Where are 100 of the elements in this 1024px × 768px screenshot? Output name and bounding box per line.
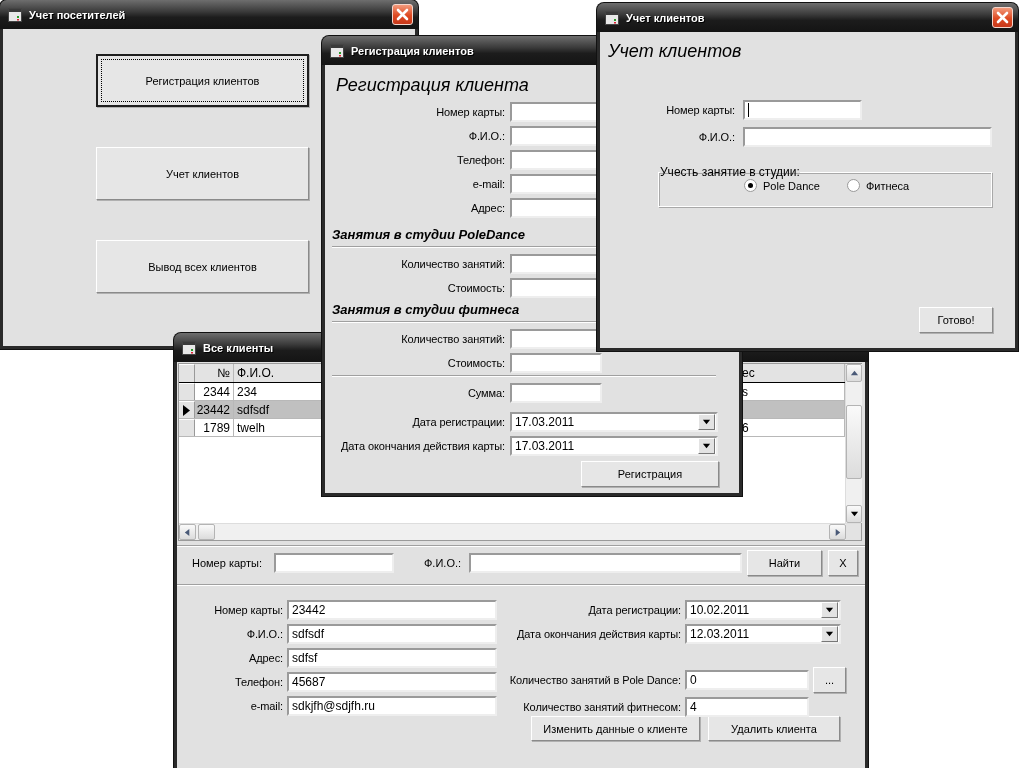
text-field[interactable]: 0	[685, 670, 809, 690]
field-label: Количество занятий фитнесом:	[522, 701, 682, 713]
column-header[interactable]: №	[195, 364, 234, 382]
field-label: Дата окончания действия карты:	[340, 440, 506, 452]
group-label: Учесть занятие в студии:	[660, 165, 800, 179]
text-field[interactable]	[510, 254, 598, 274]
field-label: Адрес:	[470, 202, 506, 214]
text-field[interactable]	[469, 553, 742, 573]
field-label: Количество занятий:	[400, 258, 506, 270]
row-header[interactable]	[179, 401, 195, 418]
arrow-up-icon	[849, 368, 859, 378]
app-icon	[605, 10, 619, 25]
text-field[interactable]	[510, 102, 598, 122]
arrow-right-icon	[833, 527, 842, 537]
date-dropdown[interactable]: 17.03.2011	[510, 436, 718, 456]
field-label: Номер карты:	[213, 604, 284, 616]
app-icon	[330, 43, 344, 58]
field-label: Номер карты:	[192, 557, 263, 569]
field-label: Ф.И.О.:	[424, 557, 463, 569]
field-label: Телефон:	[456, 154, 506, 166]
arrow-down-icon	[825, 629, 834, 639]
text-field[interactable]: 23442	[287, 600, 497, 620]
scroll-up-button[interactable]	[846, 364, 862, 382]
table-cell: 1789	[195, 419, 234, 436]
form-heading: Регистрация клиента	[336, 74, 530, 96]
date-dropdown[interactable]: 17.03.2011	[510, 412, 718, 432]
action-button[interactable]: Изменить данные о клиенте	[531, 716, 700, 741]
close-button[interactable]	[392, 4, 413, 25]
text-field[interactable]: sdfsf	[287, 648, 497, 668]
horizontal-scrollbar[interactable]	[179, 523, 861, 540]
arrow-left-icon	[183, 527, 192, 537]
form-heading: Учет клиентов	[608, 40, 743, 62]
date-dropdown[interactable]: 12.03.2011	[685, 624, 841, 644]
table-cell: sdfsdf	[234, 401, 324, 418]
section-title: Занятия в студии PoleDance	[332, 226, 527, 243]
field-label: Стоимость:	[446, 357, 506, 369]
field-label: Стоимость:	[446, 282, 506, 294]
scroll-right-button[interactable]	[829, 524, 846, 540]
menu-button[interactable]: Учет клиентов	[96, 147, 309, 200]
field-label: Ф.И.О.:	[467, 130, 506, 142]
row-pointer-icon	[183, 404, 190, 416]
text-field[interactable]	[510, 278, 598, 298]
text-field[interactable]	[274, 553, 394, 573]
window-title: Учет посетителей	[29, 8, 126, 21]
date-dropdown[interactable]: 10.02.2011	[685, 600, 841, 620]
text-field[interactable]	[510, 126, 598, 146]
text-field[interactable]: sdfsdf	[287, 624, 497, 644]
radio-label[interactable]: Фитнеса	[865, 179, 910, 192]
more-button[interactable]: ...	[813, 667, 846, 693]
field-label: Дата регистрации:	[411, 416, 506, 428]
text-field[interactable]: sdkjfh@sdjfh.ru	[287, 696, 497, 716]
text-field[interactable]	[510, 198, 598, 218]
field-label: e-mail:	[249, 700, 284, 712]
field-label: Телефон:	[234, 676, 284, 688]
field-label: Дата окончания действия карты:	[516, 628, 682, 640]
radio-button[interactable]	[846, 179, 860, 192]
arrow-down-icon	[825, 605, 834, 615]
section-title: Занятия в студии фитнеса	[332, 301, 521, 318]
table-cell: 23442	[195, 401, 234, 418]
field-label: Ф.И.О.:	[245, 628, 284, 640]
field-label: Ф.И.О.:	[697, 131, 736, 143]
app-icon	[182, 340, 196, 355]
close-button[interactable]	[992, 7, 1013, 28]
text-field[interactable]	[510, 150, 598, 170]
done-button[interactable]: Готово!	[919, 307, 993, 333]
scroll-down-button[interactable]	[846, 505, 862, 523]
text-field[interactable]	[510, 383, 602, 403]
close-icon	[996, 11, 1009, 24]
clear-button[interactable]: X	[828, 550, 858, 576]
scroll-left-button[interactable]	[179, 524, 196, 540]
text-field[interactable]	[510, 329, 598, 349]
scroll-thumb[interactable]	[846, 405, 862, 479]
table-cell: 2344	[195, 383, 234, 400]
radio-label[interactable]: Pole Dance	[763, 179, 820, 192]
window-title: Учет клиентов	[626, 11, 705, 24]
action-button[interactable]: Удалить клиента	[708, 716, 840, 741]
radio-button[interactable]	[744, 179, 757, 192]
text-field[interactable]: 4	[685, 697, 809, 717]
menu-button[interactable]: Вывод всех клиентов	[96, 240, 309, 293]
field-label: Дата регистрации:	[587, 604, 682, 616]
text-field[interactable]	[510, 174, 598, 194]
register-button[interactable]: Регистрация	[581, 461, 719, 487]
text-field[interactable]	[743, 127, 992, 147]
window-title: Все клиенты	[203, 341, 274, 354]
text-field[interactable]	[510, 353, 602, 373]
text-field[interactable]	[743, 100, 862, 120]
find-button[interactable]: Найти	[747, 550, 822, 576]
window-title: Регистрация клиентов	[351, 44, 474, 57]
field-label: Номер карты:	[665, 104, 736, 116]
field-label: Номер карты:	[435, 106, 506, 118]
text-field[interactable]: 45687	[287, 672, 497, 692]
scroll-thumb[interactable]	[198, 524, 215, 540]
menu-button[interactable]: Регистрация клиентов	[96, 54, 309, 107]
field-label: Сумма:	[466, 387, 506, 399]
arrow-down-icon	[849, 509, 859, 519]
field-label: Адрес:	[248, 652, 284, 664]
scrollbar-corner	[846, 524, 861, 540]
vertical-scrollbar[interactable]	[845, 364, 862, 523]
close-icon	[396, 8, 409, 21]
app-icon	[8, 7, 22, 22]
